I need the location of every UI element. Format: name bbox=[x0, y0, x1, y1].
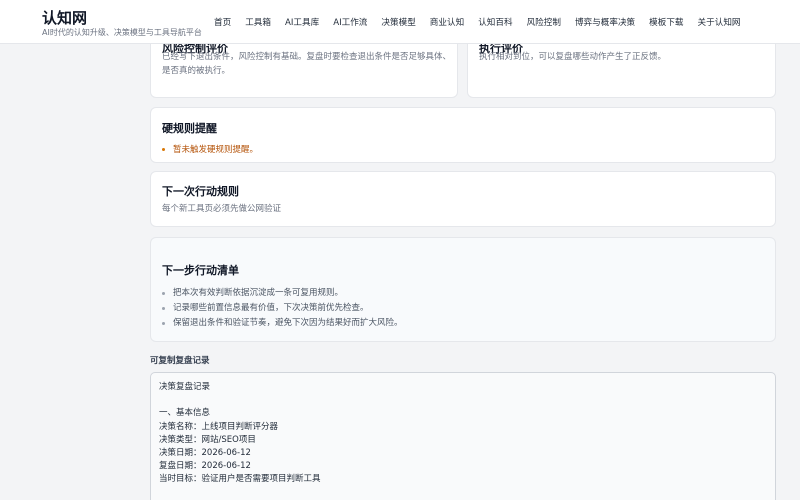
hard-rule-card: 硬规则提醒 暂未触发硬规则提醒。 bbox=[150, 107, 776, 163]
risk-evaluation-text: 已经写下退出条件，风险控制有基础。复盘时要检查退出条件是否足够具体、是否真的被执… bbox=[162, 52, 452, 76]
nav-business[interactable]: 商业认知 bbox=[430, 16, 464, 28]
nav-about[interactable]: 关于认知网 bbox=[698, 16, 741, 28]
list-item-text: 保留退出条件和验证节奏，避免下次因为结果好而扩大风险。 bbox=[173, 318, 403, 328]
nav-encyclopedia[interactable]: 认知百科 bbox=[478, 16, 512, 28]
next-action-rule-title: 下一次行动规则 bbox=[162, 185, 239, 198]
nav-game-probability[interactable]: 博弈与概率决策 bbox=[575, 16, 635, 28]
copyable-record-label: 可复制复盘记录 bbox=[150, 356, 210, 366]
list-item-text: 记录哪些前置信息最有价值，下次决策前优先检查。 bbox=[173, 303, 369, 313]
main-content: 风险控制评价 已经写下退出条件，风险控制有基础。复盘时要检查退出条件是否足够具体… bbox=[150, 44, 776, 500]
next-steps-title: 下一步行动清单 bbox=[162, 264, 239, 277]
nav-templates[interactable]: 模板下载 bbox=[649, 16, 683, 28]
copyable-record-textarea[interactable]: 决策复盘记录 一、基本信息 决策名称：上线项目判断评分器 决策类型：网站/SEO… bbox=[150, 372, 776, 500]
next-action-rule-card: 下一次行动规则 每个新工具页必须先做公网验证 bbox=[150, 171, 776, 227]
bullet-icon bbox=[162, 147, 165, 151]
record-line: 决策名称：上线项目判断评分器 bbox=[159, 421, 279, 432]
main-nav: 首页 工具箱 AI工具库 AI工作流 决策模型 商业认知 认知百科 风险控制 博… bbox=[214, 16, 755, 28]
next-steps-list: 把本次有效判断依据沉淀成一条可复用规则。 记录哪些前置信息最有价值，下次决策前优… bbox=[162, 286, 403, 331]
execution-evaluation-card: 执行评价 执行相对到位，可以复盘哪些动作产生了正反馈。 bbox=[467, 44, 776, 98]
list-item: 把本次有效判断依据沉淀成一条可复用规则。 bbox=[162, 286, 403, 301]
bullet-icon bbox=[162, 322, 165, 325]
hard-rule-title: 硬规则提醒 bbox=[162, 122, 217, 135]
record-line: 复盘日期：2026-06-12 bbox=[159, 461, 251, 472]
nav-home[interactable]: 首页 bbox=[214, 16, 231, 28]
record-content: 决策复盘记录 一、基本信息 决策名称：上线项目判断评分器 决策类型：网站/SEO… bbox=[159, 381, 321, 487]
nav-risk-control[interactable]: 风险控制 bbox=[527, 16, 561, 28]
list-item: 记录哪些前置信息最有价值，下次决策前优先检查。 bbox=[162, 301, 403, 316]
site-logo-title[interactable]: 认知网 bbox=[42, 7, 87, 28]
site-header: 认知网 AI时代的认知升级、决策模型与工具导航平台 首页 工具箱 AI工具库 A… bbox=[0, 0, 800, 44]
bullet-icon bbox=[162, 307, 165, 310]
site-tagline: AI时代的认知升级、决策模型与工具导航平台 bbox=[42, 28, 202, 37]
record-line: 决策日期：2026-06-12 bbox=[159, 447, 251, 458]
nav-decision-models[interactable]: 决策模型 bbox=[381, 16, 415, 28]
nav-toolbox[interactable]: 工具箱 bbox=[245, 16, 271, 28]
record-line: 决策复盘记录 bbox=[159, 382, 211, 392]
risk-evaluation-card: 风险控制评价 已经写下退出条件，风险控制有基础。复盘时要检查退出条件是否足够具体… bbox=[150, 44, 458, 98]
bullet-icon bbox=[162, 292, 165, 295]
nav-ai-tools[interactable]: AI工具库 bbox=[285, 16, 319, 28]
nav-ai-workflow[interactable]: AI工作流 bbox=[333, 16, 367, 28]
record-line bbox=[159, 394, 321, 407]
execution-evaluation-text: 执行相对到位，可以复盘哪些动作产生了正反馈。 bbox=[479, 52, 667, 62]
next-steps-card: 下一步行动清单 把本次有效判断依据沉淀成一条可复用规则。 记录哪些前置信息最有价… bbox=[150, 237, 776, 342]
record-line: 一、基本信息 bbox=[159, 408, 211, 419]
list-item-text: 把本次有效判断依据沉淀成一条可复用规则。 bbox=[173, 288, 344, 298]
hard-rule-alert-text: 暂未触发硬规则提醒。 bbox=[173, 145, 259, 155]
record-line: 当时目标：验证用户是否需要项目判断工具 bbox=[159, 474, 321, 485]
next-action-rule-text: 每个新工具页必须先做公网验证 bbox=[162, 204, 282, 214]
record-line: 决策类型：网站/SEO项目 bbox=[159, 434, 256, 445]
hard-rule-alert: 暂未触发硬规则提醒。 bbox=[162, 143, 258, 155]
list-item: 保留退出条件和验证节奏，避免下次因为结果好而扩大风险。 bbox=[162, 316, 403, 331]
